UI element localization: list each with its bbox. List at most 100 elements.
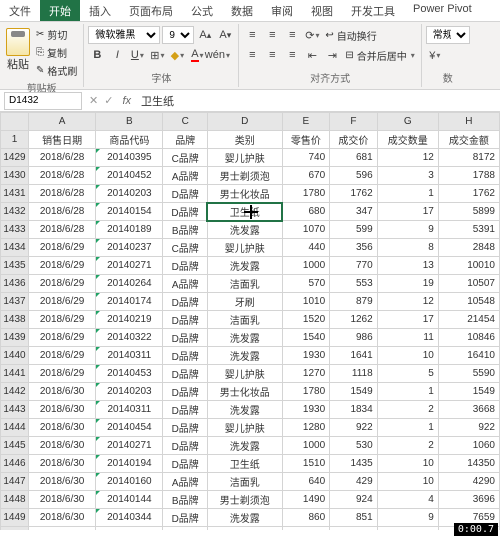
number-format-select[interactable]: 常规 <box>426 26 470 44</box>
cell[interactable]: 10010 <box>438 257 499 275</box>
cell[interactable]: 20140144 <box>96 491 163 509</box>
cell[interactable]: 2018/6/29 <box>29 293 96 311</box>
cell[interactable]: 986 <box>330 329 378 347</box>
orientation-button[interactable]: ⟳▾ <box>303 26 321 44</box>
col-header-E[interactable]: E <box>282 113 330 131</box>
cell[interactable]: D品牌 <box>163 347 207 365</box>
align-left-button[interactable]: ≡ <box>243 46 261 64</box>
row-header[interactable]: 1436 <box>1 275 29 293</box>
cell[interactable]: 婴儿护肤 <box>207 419 282 437</box>
cell[interactable]: 男士化妆品 <box>207 185 282 203</box>
cell[interactable]: 1118 <box>330 365 378 383</box>
row-header[interactable]: 1446 <box>1 455 29 473</box>
cancel-icon[interactable]: ✕ <box>86 94 101 107</box>
cell[interactable]: 1490 <box>282 491 330 509</box>
header-cell[interactable]: 零售价 <box>282 131 330 149</box>
increase-font-button[interactable]: A▴ <box>196 26 214 44</box>
phonetic-button[interactable]: wén▾ <box>208 46 226 64</box>
row-header[interactable]: 1435 <box>1 257 29 275</box>
cell[interactable]: 卫生纸 <box>207 203 282 221</box>
cell[interactable]: 1780 <box>282 185 330 203</box>
cell[interactable]: 2018/6/29 <box>29 275 96 293</box>
cell[interactable]: 1060 <box>438 437 499 455</box>
cell[interactable]: 922 <box>330 419 378 437</box>
cell[interactable]: 男士化妆品 <box>207 383 282 401</box>
cell[interactable]: D品牌 <box>163 401 207 419</box>
indent-decrease-button[interactable]: ⇤ <box>303 46 321 64</box>
cell[interactable]: 婴儿护肤 <box>207 239 282 257</box>
format-painter-button[interactable]: ✎格式刷 <box>34 62 79 79</box>
tab-Power Pivot[interactable]: Power Pivot <box>404 0 481 21</box>
cell[interactable]: 3 <box>377 167 438 185</box>
font-name-select[interactable]: 微软雅黑 <box>88 26 160 44</box>
cell[interactable]: 婴儿护肤 <box>207 365 282 383</box>
tab-审阅[interactable]: 审阅 <box>262 0 302 21</box>
merge-button[interactable]: ⊟合并后居中▾ <box>343 47 416 64</box>
cell[interactable]: 924 <box>330 491 378 509</box>
tab-视图[interactable]: 视图 <box>302 0 342 21</box>
cell[interactable]: 洁面乳 <box>207 311 282 329</box>
cell[interactable]: 洁面乳 <box>207 275 282 293</box>
cell[interactable]: 20140160 <box>96 473 163 491</box>
cell[interactable]: 10548 <box>438 293 499 311</box>
cell[interactable]: 1000 <box>282 437 330 455</box>
cell[interactable]: 1 <box>377 419 438 437</box>
align-bottom-button[interactable]: ≡ <box>283 26 301 44</box>
cell[interactable]: 20140311 <box>96 347 163 365</box>
cell[interactable]: 20140322 <box>96 329 163 347</box>
decrease-font-button[interactable]: A▾ <box>216 26 234 44</box>
row-header[interactable]: 1433 <box>1 221 29 239</box>
cell[interactable]: B品牌 <box>163 491 207 509</box>
row-header[interactable]: 1447 <box>1 473 29 491</box>
cell[interactable]: 8172 <box>438 149 499 167</box>
cell[interactable]: 19 <box>377 275 438 293</box>
cell[interactable]: 3696 <box>438 491 499 509</box>
cell[interactable]: 2018/6/30 <box>29 383 96 401</box>
cell[interactable]: D品牌 <box>163 419 207 437</box>
cell[interactable]: 1435 <box>330 455 378 473</box>
cell[interactable]: D品牌 <box>163 455 207 473</box>
cell[interactable]: 2018/6/30 <box>29 455 96 473</box>
cell[interactable]: 1270 <box>282 365 330 383</box>
cell[interactable]: 20140203 <box>96 185 163 203</box>
cell[interactable]: C品牌 <box>163 239 207 257</box>
indent-increase-button[interactable]: ⇥ <box>323 46 341 64</box>
cell[interactable]: 13 <box>377 257 438 275</box>
cell[interactable]: 9 <box>377 509 438 527</box>
header-cell[interactable]: 成交数量 <box>377 131 438 149</box>
cell[interactable]: 11 <box>377 329 438 347</box>
cell[interactable]: 2018/6/29 <box>29 257 96 275</box>
header-cell[interactable]: 商品代码 <box>96 131 163 149</box>
cell[interactable]: 20140453 <box>96 365 163 383</box>
row-header[interactable]: 1438 <box>1 311 29 329</box>
col-header-B[interactable]: B <box>96 113 163 131</box>
cell[interactable]: 2018/6/30 <box>29 491 96 509</box>
cell[interactable]: 1 <box>377 383 438 401</box>
cell[interactable]: 640 <box>282 473 330 491</box>
tab-公式[interactable]: 公式 <box>182 0 222 21</box>
header-cell[interactable]: 品牌 <box>163 131 207 149</box>
cell[interactable]: 20140264 <box>96 275 163 293</box>
cell[interactable]: 2018/6/29 <box>29 311 96 329</box>
cell[interactable] <box>96 527 163 531</box>
row-header[interactable]: 1439 <box>1 329 29 347</box>
col-header-H[interactable]: H <box>438 113 499 131</box>
cell[interactable]: A品牌 <box>163 167 207 185</box>
cell[interactable]: 20140189 <box>96 221 163 239</box>
underline-button[interactable]: U▾ <box>128 46 146 64</box>
row-header[interactable]: 1429 <box>1 149 29 167</box>
cell[interactable]: 12 <box>377 293 438 311</box>
enter-icon[interactable]: ✓ <box>101 94 116 107</box>
row-header[interactable]: 1448 <box>1 491 29 509</box>
cell[interactable]: 2018/6/28 <box>29 149 96 167</box>
cell[interactable]: D品牌 <box>163 509 207 527</box>
cell[interactable]: 洗发露 <box>207 401 282 419</box>
cell[interactable]: 1070 <box>282 221 330 239</box>
cell[interactable]: D品牌 <box>163 311 207 329</box>
row-header[interactable]: 1430 <box>1 167 29 185</box>
cell[interactable]: 洗发露 <box>207 221 282 239</box>
cell[interactable]: 20140395 <box>96 149 163 167</box>
cell[interactable]: A品牌 <box>163 275 207 293</box>
cell[interactable]: 599 <box>330 221 378 239</box>
tab-页面布局[interactable]: 页面布局 <box>120 0 182 21</box>
